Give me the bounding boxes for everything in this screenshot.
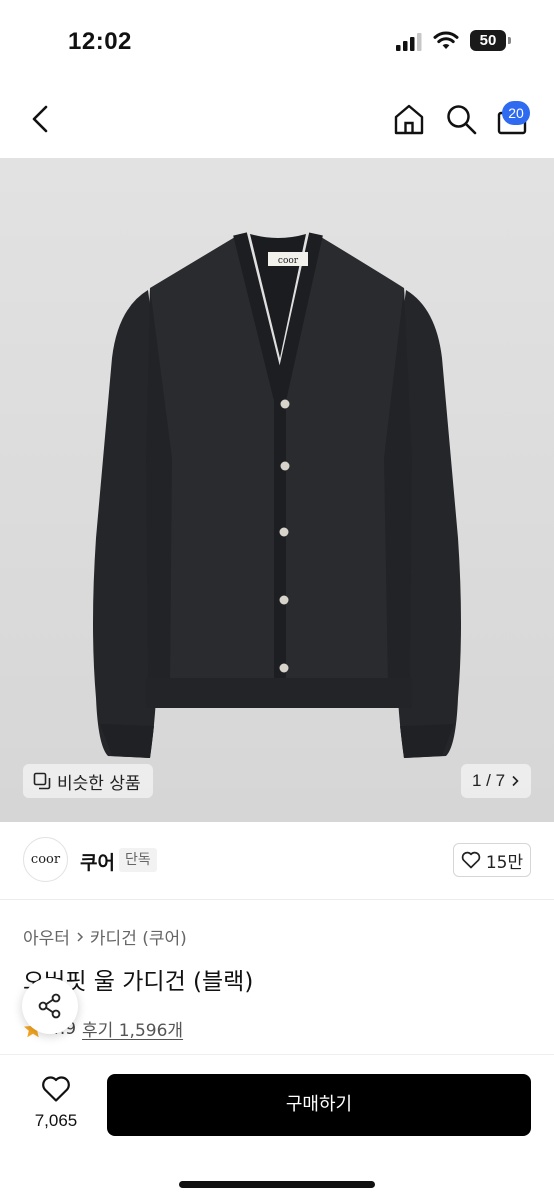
top-navigation	[0, 80, 554, 158]
battery-icon: 50	[470, 30, 506, 51]
status-time: 12:02	[68, 28, 132, 55]
breadcrumb-category[interactable]: 아우터	[23, 924, 70, 949]
review-count-link[interactable]: 후기 1,596개	[82, 1016, 183, 1041]
wishlist-count: 7,065	[34, 1111, 78, 1130]
similar-products-label: 비슷한 상품	[57, 773, 141, 794]
image-pager[interactable]: 1 / 7	[461, 764, 531, 798]
brand-like-count: 15만	[485, 852, 524, 873]
search-button[interactable]	[444, 102, 478, 136]
back-button[interactable]	[26, 102, 56, 136]
breadcrumb-subcategory[interactable]: 카디건 (쿠어)	[90, 924, 187, 949]
brand-name[interactable]: 쿠어	[80, 848, 115, 875]
chevron-right-icon	[77, 931, 83, 942]
share-button[interactable]	[22, 978, 78, 1034]
heart-icon	[461, 851, 481, 869]
similar-items-icon	[33, 772, 51, 790]
brand-like-button[interactable]: 15만	[453, 843, 531, 877]
wishlist-button[interactable]: 7,065	[24, 1075, 88, 1137]
buy-button[interactable]: 구매하기	[107, 1074, 531, 1136]
battery-cap	[508, 37, 511, 44]
chevron-right-icon	[512, 775, 519, 787]
home-button[interactable]	[392, 102, 426, 136]
heart-icon	[42, 1076, 70, 1102]
brand-row[interactable]: coor 쿠어 단독 15만	[0, 822, 554, 900]
similar-products-button[interactable]: 비슷한 상품	[23, 764, 153, 798]
product-image-gallery[interactable]: coor 비슷한 상품 1 / 7	[0, 158, 554, 822]
breadcrumb: 아우터 카디건 (쿠어)	[23, 924, 187, 949]
status-bar: 12:02 50	[0, 0, 554, 80]
exclusive-badge: 단독	[119, 848, 157, 872]
cart-count-badge: 20	[502, 101, 530, 125]
cellular-signal-icon	[396, 33, 422, 51]
brand-logo[interactable]: coor	[23, 837, 68, 882]
garment-label-text: coor	[278, 256, 299, 266]
share-icon	[38, 993, 61, 1019]
home-indicator[interactable]	[179, 1181, 375, 1188]
wifi-icon	[433, 31, 459, 49]
pager-text: 1 / 7	[471, 771, 506, 790]
bottom-action-bar: 7,065 구매하기	[0, 1054, 554, 1200]
cardigan-product-image: coor	[93, 232, 461, 758]
